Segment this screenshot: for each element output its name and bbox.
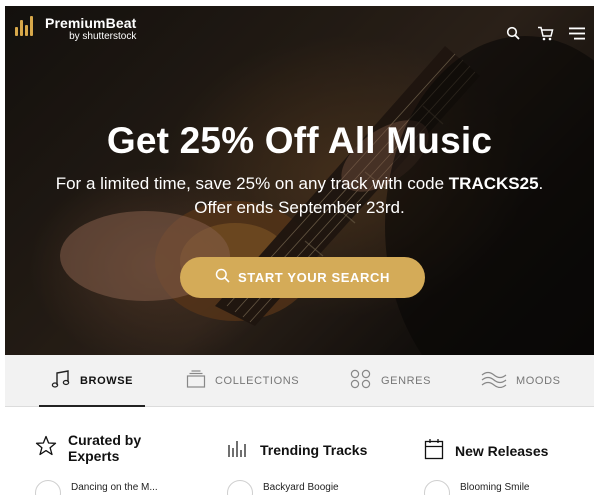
logo-bars-icon <box>15 16 39 36</box>
category-row: Curated by Experts Trending Tracks New R… <box>5 408 594 495</box>
app-frame: PremiumBeat by shutterstock Get 25% Off … <box>5 6 594 495</box>
tab-collections-label: COLLECTIONS <box>215 375 300 387</box>
track-item[interactable]: Blooming Smile <box>424 480 529 495</box>
brand-name: PremiumBeat <box>45 15 137 31</box>
hero-promo-text: For a limited time, save 25% on any trac… <box>55 174 449 193</box>
hero-promo-suffix: . <box>538 174 544 193</box>
track-play-icon[interactable] <box>424 480 450 495</box>
hero-banner: PremiumBeat by shutterstock Get 25% Off … <box>5 6 594 355</box>
tab-genres[interactable]: GENRES <box>350 355 431 407</box>
tab-collections[interactable]: COLLECTIONS <box>186 355 299 407</box>
hero-offer-ends: Offer ends September 23rd. <box>194 198 405 217</box>
category-new-releases[interactable]: New Releases <box>424 438 548 465</box>
track-name: Backyard Boogie <box>263 481 339 493</box>
tab-genres-label: GENRES <box>381 375 432 387</box>
tab-browse[interactable]: BROWSE <box>38 355 146 407</box>
start-search-button[interactable]: START YOUR SEARCH <box>180 257 425 298</box>
track-play-icon[interactable] <box>35 480 61 495</box>
hero-headline: Get 25% Off All Music <box>106 120 493 161</box>
track-play-icon[interactable] <box>227 480 253 495</box>
category-new-label: New Releases <box>455 443 549 460</box>
genres-icon <box>350 369 372 394</box>
track-name: Dancing on the M... <box>71 481 158 493</box>
tab-moods-label: MOODS <box>516 375 561 387</box>
music-note-icon <box>51 369 71 394</box>
tab-moods[interactable]: MOODS <box>481 355 561 407</box>
brand-logo[interactable]: PremiumBeat by shutterstock <box>15 16 136 42</box>
category-curated[interactable]: Curated by Experts <box>35 432 158 464</box>
category-trending[interactable]: Trending Tracks <box>227 438 367 463</box>
header-actions <box>504 24 586 42</box>
waves-icon <box>481 370 507 393</box>
category-curated-label: Curated by Experts <box>68 432 142 465</box>
brand-subtitle: by shutterstock <box>69 31 137 42</box>
star-icon <box>35 435 57 462</box>
calendar-icon <box>424 438 444 465</box>
hero-promo-line: For a limited time, save 25% on any trac… <box>5 174 594 194</box>
collections-icon <box>186 369 206 393</box>
browse-tabs: BROWSE COLLECTIONS GENRES MOODS <box>5 355 594 407</box>
bars-icon <box>227 438 249 463</box>
track-item[interactable]: Dancing on the M... <box>35 480 158 495</box>
search-icon <box>215 268 230 288</box>
top-bar: PremiumBeat by shutterstock <box>5 6 594 58</box>
promo-code: TRACKS25 <box>448 174 539 193</box>
menu-icon[interactable] <box>568 24 586 42</box>
category-trending-label: Trending Tracks <box>260 442 368 459</box>
tab-browse-label: BROWSE <box>80 375 134 387</box>
search-icon[interactable] <box>504 24 522 42</box>
cart-icon[interactable] <box>536 24 554 42</box>
track-item[interactable]: Backyard Boogie <box>227 480 339 495</box>
start-search-label: START YOUR SEARCH <box>237 270 390 285</box>
logo-text: PremiumBeat by shutterstock <box>45 16 136 42</box>
track-name: Blooming Smile <box>460 481 530 493</box>
